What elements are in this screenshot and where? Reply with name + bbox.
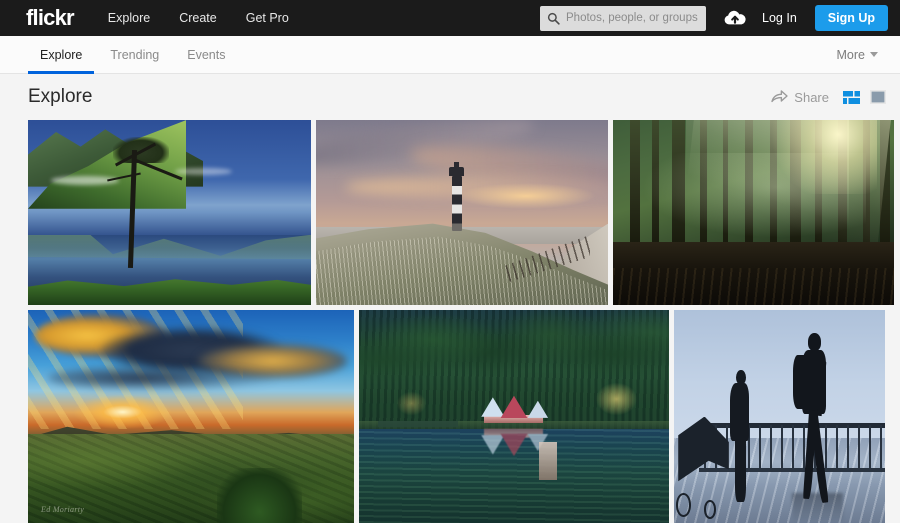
photo-layer-sun-glow bbox=[747, 120, 878, 194]
share-button[interactable]: Share bbox=[771, 89, 829, 106]
tab-trending-label: Trending bbox=[110, 47, 160, 62]
more-dropdown[interactable]: More bbox=[837, 36, 878, 73]
photo-layer-dock bbox=[377, 420, 459, 428]
photo-layer-floating-post bbox=[538, 442, 558, 481]
page-tools: Share bbox=[771, 89, 886, 106]
photo-layer-forest-floor-texture bbox=[613, 268, 894, 305]
tab-trending[interactable]: Trending bbox=[96, 36, 173, 73]
view-toggle-group bbox=[843, 90, 886, 104]
photo-grid: Ed Moriarty bbox=[0, 120, 900, 523]
caret-down-icon bbox=[870, 52, 878, 57]
cloud-upload-icon[interactable] bbox=[724, 10, 746, 26]
photo-layer-cloud bbox=[47, 365, 276, 391]
photo-row bbox=[28, 120, 894, 305]
photo-tile-lone-tree-lake[interactable] bbox=[28, 120, 311, 305]
search-box[interactable] bbox=[540, 5, 707, 31]
nav-item-create[interactable]: Create bbox=[179, 11, 217, 25]
justified-grid-view-icon[interactable] bbox=[843, 90, 860, 104]
photo-tile-lakeside-cabin[interactable] bbox=[359, 310, 669, 523]
photo-layer-stroller-wheel bbox=[703, 499, 717, 519]
photo-tile-forest-sunbeams[interactable] bbox=[613, 120, 894, 305]
photo-row: Ed Moriarty bbox=[28, 310, 886, 523]
tab-explore[interactable]: Explore bbox=[26, 36, 96, 74]
nav-item-get-pro[interactable]: Get Pro bbox=[246, 11, 289, 25]
photo-layer-setting-sun bbox=[73, 395, 172, 430]
tab-explore-label: Explore bbox=[40, 47, 83, 62]
photo-layer-cabin bbox=[480, 395, 549, 423]
flickr-logo[interactable]: flickr bbox=[26, 7, 75, 29]
share-arrow-icon bbox=[771, 89, 788, 106]
header-right-controls: Log In Sign Up bbox=[540, 5, 888, 31]
photo-tile-lighthouse-dune[interactable] bbox=[316, 120, 608, 305]
photo-tile-sunset-hills[interactable]: Ed Moriarty bbox=[28, 310, 354, 523]
photo-layer-autumn-foliage bbox=[594, 382, 638, 417]
sub-navigation: Explore Trending Events More bbox=[0, 36, 900, 74]
photo-watermark: Ed Moriarty bbox=[41, 505, 85, 515]
photo-layer-man-silhouette bbox=[788, 333, 847, 512]
photo-tile-boardwalk-silhouettes[interactable] bbox=[674, 310, 885, 523]
page-header: Explore Share bbox=[0, 74, 900, 120]
nav-item-explore[interactable]: Explore bbox=[108, 11, 150, 25]
photo-layer-lighthouse-tower bbox=[451, 175, 462, 231]
search-input[interactable] bbox=[566, 12, 700, 24]
photo-layer-sunset-glow bbox=[456, 182, 597, 209]
more-dropdown-label: More bbox=[836, 47, 865, 62]
primary-nav: Explore Create Get Pro bbox=[108, 11, 289, 25]
search-icon bbox=[547, 12, 560, 25]
signup-button[interactable]: Sign Up bbox=[814, 5, 888, 31]
photo-layer-woman-silhouette bbox=[720, 369, 762, 502]
photo-layer-stroller-wheel bbox=[676, 493, 691, 517]
tab-events[interactable]: Events bbox=[173, 36, 239, 73]
tab-events-label: Events bbox=[187, 47, 226, 62]
login-link[interactable]: Log In bbox=[762, 11, 797, 25]
top-header: flickr Explore Create Get Pro Log In Sig… bbox=[0, 0, 900, 36]
square-view-icon[interactable] bbox=[870, 90, 886, 104]
share-button-label: Share bbox=[794, 89, 829, 105]
photo-layer-bush bbox=[217, 467, 302, 523]
photo-layer-autumn-foliage bbox=[396, 390, 428, 417]
page-title: Explore bbox=[28, 86, 93, 107]
